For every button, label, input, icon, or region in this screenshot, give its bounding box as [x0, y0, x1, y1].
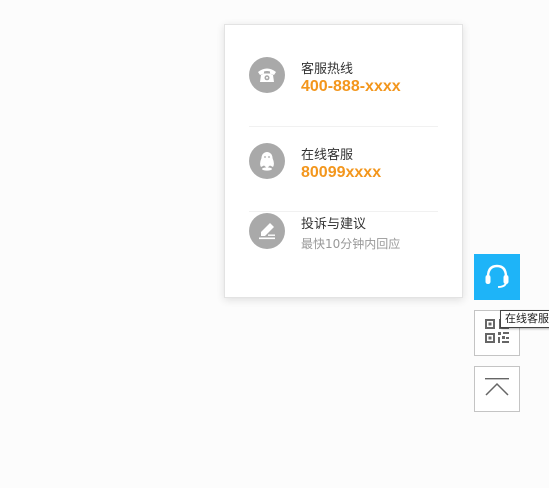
hotline-label: 客服热线 [301, 62, 354, 77]
online-service-label: 在线客服 [301, 148, 354, 163]
hotline-number[interactable]: 400-888-xxxx [301, 78, 401, 96]
hotline-row: 客服热线 400-888-xxxx [249, 25, 438, 110]
tooltip: 在线客服 [500, 310, 549, 328]
back-to-top-button[interactable] [474, 366, 520, 412]
online-service-number[interactable]: 80099xxxx [301, 164, 381, 182]
feedback-label[interactable]: 投诉与建议 [301, 213, 366, 232]
feedback-row[interactable]: 投诉与建议 最快10分钟内回应 [249, 211, 438, 296]
feedback-subtitle: 最快10分钟内回应 [301, 237, 401, 251]
online-service-button[interactable] [474, 254, 520, 300]
edit-icon [249, 213, 285, 249]
qq-icon [249, 143, 285, 179]
online-service-row: 在线客服 80099xxxx [249, 126, 438, 211]
contact-popup: 客服热线 400-888-xxxx 在线客服 80099xxxx 投诉与建议 最 [224, 24, 463, 298]
headset-icon [482, 260, 512, 294]
back-to-top-icon [484, 376, 510, 402]
phone-icon [249, 57, 285, 93]
